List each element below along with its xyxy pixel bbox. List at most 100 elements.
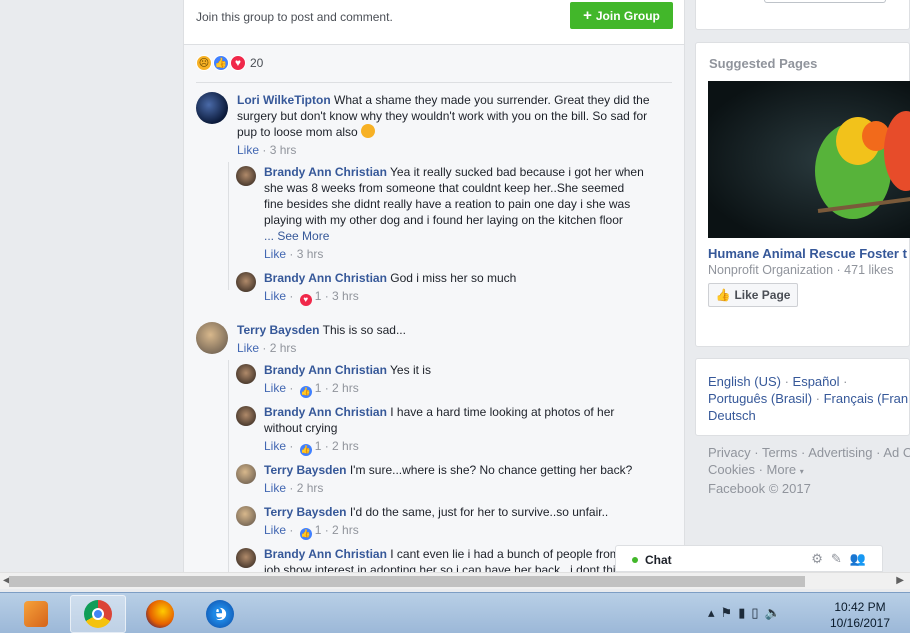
timestamp[interactable]: 2 hrs xyxy=(297,481,324,495)
show-hidden-icons[interactable]: ▴ xyxy=(708,605,721,620)
language-link[interactable]: English (US) xyxy=(708,374,781,389)
suggested-pages-title: Suggested Pages xyxy=(709,56,818,71)
avatar[interactable] xyxy=(236,464,256,484)
scrollbar-thumb[interactable] xyxy=(9,576,805,587)
commenter-name[interactable]: Terry Baysden xyxy=(264,505,346,519)
like-link[interactable]: Like xyxy=(237,341,259,355)
like-link[interactable]: Like xyxy=(264,481,286,495)
taskbar-firefox[interactable] xyxy=(132,595,188,633)
comment-text: playing with my other dog and i found he… xyxy=(264,213,623,227)
comment: Terry Baysden This is so sad... Like · 2… xyxy=(196,322,676,358)
language-link[interactable]: Español xyxy=(793,374,840,389)
network-icon[interactable]: ▮ xyxy=(738,605,751,620)
language-link[interactable]: Português (Brasil) xyxy=(708,391,812,406)
avatar[interactable] xyxy=(236,272,256,292)
footer-link[interactable]: Ad C xyxy=(883,445,910,460)
firefox-icon xyxy=(146,600,174,628)
comment-text: Yea it really sucked bad because i got h… xyxy=(390,165,644,179)
reaction-count[interactable]: 1 xyxy=(315,381,322,395)
taskbar-internet-explorer[interactable] xyxy=(192,595,248,633)
love-reaction-icon: ♥ xyxy=(299,294,312,306)
avatar[interactable] xyxy=(236,548,256,568)
avatar[interactable] xyxy=(236,506,256,526)
copyright: Facebook © 2017 xyxy=(708,481,811,496)
compose-icon[interactable]: ✎ xyxy=(831,551,850,566)
reaction-count[interactable]: 1 xyxy=(315,439,322,453)
clock-date: 10/16/2017 xyxy=(829,616,891,630)
divider xyxy=(196,82,672,83)
footer-link[interactable]: Advertising xyxy=(808,445,872,460)
timestamp[interactable]: 2 hrs xyxy=(332,381,359,395)
language-link[interactable]: Français (Fran xyxy=(824,391,909,406)
scroll-right-icon[interactable]: ▶ xyxy=(896,575,904,586)
commenter-name[interactable]: Brandy Ann Christian xyxy=(264,271,387,285)
chat-tab[interactable]: Chat ⚙✎👥 xyxy=(615,545,883,572)
comment-text: fine besides she didnt really have a rea… xyxy=(264,197,631,211)
online-dot-icon xyxy=(632,557,638,563)
reply: Terry Baysden I'm sure...where is she? N… xyxy=(236,462,676,498)
footer-link[interactable]: More xyxy=(767,462,797,477)
commenter-name[interactable]: Brandy Ann Christian xyxy=(264,165,387,179)
reply: Brandy Ann Christian Yea it really sucke… xyxy=(236,164,676,264)
avatar[interactable] xyxy=(236,406,256,426)
power-icon[interactable]: ▯ xyxy=(751,605,764,620)
footer-link[interactable]: Privacy xyxy=(708,445,751,460)
reaction-count[interactable]: 1 xyxy=(315,289,322,303)
timestamp[interactable]: 3 hrs xyxy=(332,289,359,303)
commenter-name[interactable]: Brandy Ann Christian xyxy=(264,547,387,561)
reply: Brandy Ann Christian I cant even lie i h… xyxy=(236,546,676,572)
reply: Terry Baysden I'd do the same, just for … xyxy=(236,504,676,540)
footer-link[interactable]: Cookies xyxy=(708,462,755,477)
search-field-edge[interactable] xyxy=(764,0,886,3)
commenter-name[interactable]: Brandy Ann Christian xyxy=(264,405,387,419)
like-page-button[interactable]: 👍 Like Page xyxy=(708,283,798,307)
media-player-icon xyxy=(24,601,48,627)
timestamp[interactable]: 3 hrs xyxy=(270,143,297,157)
commenter-name[interactable]: Brandy Ann Christian xyxy=(264,363,387,377)
reaction-summary[interactable]: ☹ 👍 ♥ 20 xyxy=(196,55,263,71)
join-group-button[interactable]: + Join Group xyxy=(570,2,673,29)
commenter-name[interactable]: Terry Baysden xyxy=(264,463,346,477)
caret-down-icon: ▾ xyxy=(799,467,804,476)
reaction-count[interactable]: 1 xyxy=(315,523,322,537)
taskbar-media-player[interactable] xyxy=(8,595,64,633)
avatar[interactable] xyxy=(196,92,228,124)
like-reaction-icon: 👍 xyxy=(299,528,312,540)
people-icon[interactable]: 👥 xyxy=(850,551,874,566)
chrome-icon xyxy=(84,600,112,628)
comment-text: I'd do the same, just for her to survive… xyxy=(349,505,609,519)
languages-card: English (US) · Español · Português (Bras… xyxy=(695,358,910,436)
taskbar-chrome[interactable] xyxy=(70,595,126,633)
horizontal-scrollbar[interactable]: ◀ ▶ xyxy=(0,572,910,589)
love-reaction-icon: ♥ xyxy=(230,55,246,71)
timestamp[interactable]: 2 hrs xyxy=(270,341,297,355)
suggested-page-subtitle: Nonprofit Organization · 471 likes xyxy=(708,263,894,277)
timestamp[interactable]: 3 hrs xyxy=(297,247,324,261)
avatar[interactable] xyxy=(236,364,256,384)
like-link[interactable]: Like xyxy=(264,289,286,303)
join-prompt: Join this group to post and comment. xyxy=(196,10,393,24)
see-more-link[interactable]: ... See More xyxy=(264,228,674,244)
like-link[interactable]: Like xyxy=(264,381,286,395)
commenter-name[interactable]: Terry Baysden xyxy=(237,323,319,337)
suggested-page-image[interactable] xyxy=(708,81,910,238)
commenter-name[interactable]: Lori WilkeTipton xyxy=(237,93,331,107)
like-link[interactable]: Like xyxy=(237,143,259,157)
avatar[interactable] xyxy=(236,166,256,186)
like-link[interactable]: Like xyxy=(264,523,286,537)
like-link[interactable]: Like xyxy=(264,439,286,453)
like-link[interactable]: Like xyxy=(264,247,286,261)
like-reaction-icon: 👍 xyxy=(213,55,229,71)
volume-icon[interactable]: 🔈 xyxy=(765,605,787,620)
system-clock[interactable]: 10:42 PM 10/16/2017 xyxy=(815,599,905,631)
avatar[interactable] xyxy=(196,322,228,354)
timestamp[interactable]: 2 hrs xyxy=(332,439,359,453)
suggested-page-name[interactable]: Humane Animal Rescue Foster t xyxy=(708,246,907,261)
comment-text: I cant even lie i had a bunch of people … xyxy=(390,547,620,561)
flag-icon[interactable]: ⚑ xyxy=(721,605,739,620)
join-group-label: Join Group xyxy=(595,8,660,23)
footer-link[interactable]: Terms xyxy=(762,445,797,460)
timestamp[interactable]: 2 hrs xyxy=(332,523,359,537)
language-link[interactable]: Deutsch xyxy=(708,408,756,423)
gear-icon[interactable]: ⚙ xyxy=(811,551,831,566)
